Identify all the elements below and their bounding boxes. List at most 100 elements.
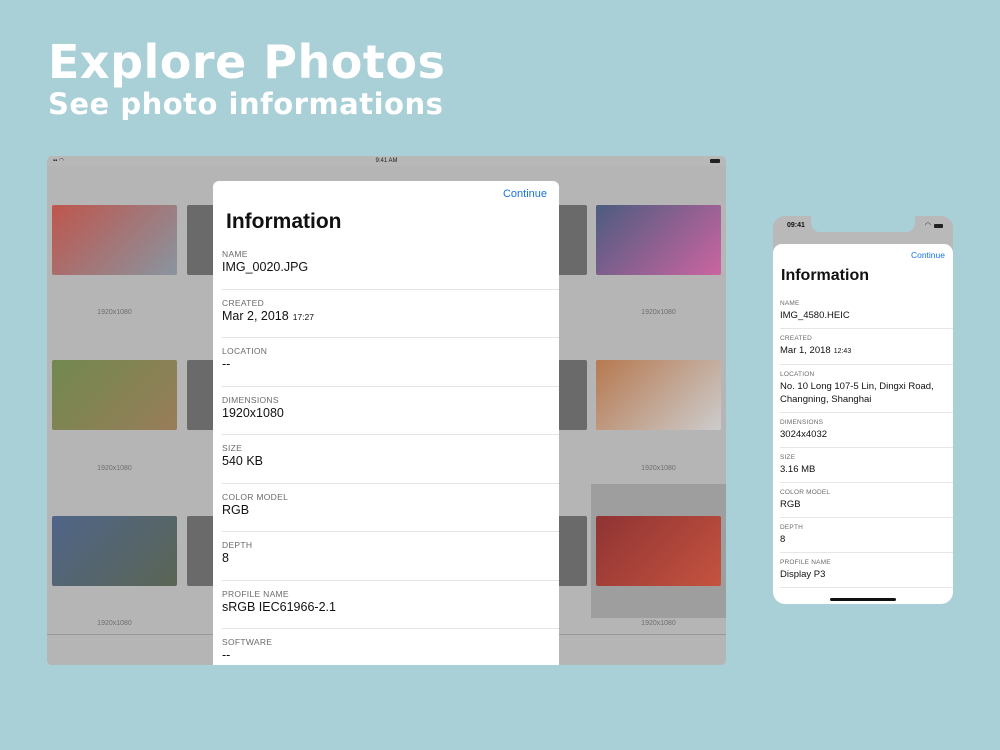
info-value: Mar 2, 2018 17:27 [222, 309, 314, 323]
photo-thumbnail[interactable] [596, 205, 721, 275]
battery-icon [934, 224, 943, 228]
ipad-status-time: 9:41 AM [375, 158, 398, 164]
info-value: Mar 1, 2018 12:43 [780, 344, 953, 358]
thumbnail-dimensions-label: 1920x1080 [641, 465, 676, 472]
photo-thumbnail[interactable] [52, 360, 177, 430]
info-value-text: IMG_0020.JPG [222, 260, 309, 274]
info-value: RGB [222, 503, 249, 517]
info-value-text: -- [222, 357, 231, 371]
info-row: COLOR MODEL RGB [780, 483, 953, 518]
thumbnail-dimensions-label: 1920x1080 [97, 465, 132, 472]
info-key: CREATED [780, 335, 812, 342]
info-value-text: Mar 2, 2018 [222, 308, 289, 323]
thumbnail-dimensions-label: 1920x1080 [97, 309, 132, 316]
info-value-text: 540 KB [222, 454, 264, 468]
info-row: LOCATION -- [222, 338, 559, 387]
info-value: No. 10 Long 107-5 Lin, Dingxi Road, Chan… [780, 380, 953, 406]
info-value-text: RGB [222, 502, 250, 517]
photo-thumbnail[interactable] [52, 516, 177, 586]
hero-title: Explore Photos [48, 35, 446, 89]
info-row: COLOR MODEL RGB [222, 484, 559, 532]
info-value: 8 [222, 551, 229, 565]
thumbnail-dimensions-label: 1920x1080 [641, 309, 676, 316]
ipad-info-sheet: Continue Information NAME IMG_0020.JPG CRE… [213, 181, 559, 665]
info-value-text: No. 10 Long 107-5 Lin, Dingxi Road, Chan… [780, 381, 934, 405]
thumbnail-dimensions-label: 1920x1080 [97, 620, 132, 627]
info-row: DIMENSIONS 1920x1080 [222, 387, 559, 435]
info-value-text: Display P3 [780, 569, 826, 580]
info-key: PROFILE NAME [222, 588, 289, 599]
info-value-text: RGB [780, 499, 801, 510]
info-key: COLOR MODEL [780, 489, 831, 496]
info-list: NAME IMG_4580.HEIC CREATED Mar 1, 2018 12:43… [773, 294, 953, 588]
info-value: 8 [780, 533, 953, 546]
info-value: 1920x1080 [222, 406, 284, 420]
info-value: RGB [780, 498, 953, 511]
continue-button[interactable]: Continue [503, 188, 547, 200]
info-value: 3024x4032 [780, 428, 953, 441]
home-indicator[interactable] [830, 598, 896, 601]
info-key: LOCATION [222, 346, 268, 356]
info-value-text: 1920x1080 [222, 405, 284, 420]
info-value: -- [222, 648, 230, 662]
info-value: 3.16 MB [780, 463, 953, 476]
info-value-text: IMG_4580.HEIC [780, 310, 850, 321]
info-value-text: 3024x4032 [780, 429, 828, 440]
info-key: PROFILE NAME [780, 559, 831, 566]
info-key: NAME [780, 300, 800, 307]
photo-thumbnail[interactable] [596, 360, 721, 430]
iphone-device: 09:41 ◠ Continue Information NAME IMG_458… [773, 216, 953, 604]
info-row: DEPTH 8 [222, 532, 559, 581]
info-list: NAME IMG_0020.JPG CREATED Mar 2, 2018 17:27 L… [213, 241, 559, 665]
info-key: SOFTWARE [222, 637, 273, 647]
info-key: CREATED [222, 297, 265, 308]
info-row: SIZE 540 KB [222, 435, 559, 484]
info-row: CREATED Mar 1, 2018 12:43 [780, 329, 953, 365]
info-key: LOCATION [780, 371, 815, 378]
info-key: DIMENSIONS [222, 394, 279, 405]
info-row: LOCATION No. 10 Long 107-5 Lin, Dingxi Ro… [780, 365, 953, 413]
info-value: Display P3 [780, 568, 953, 581]
info-key: SIZE [780, 454, 796, 461]
info-value: IMG_0020.JPG [222, 260, 308, 274]
info-row: PROFILE NAME Display P3 [780, 553, 953, 588]
info-time: 17:27 [292, 311, 314, 322]
info-value-text: 8 [780, 534, 786, 545]
info-key: DEPTH [222, 540, 253, 550]
info-row: NAME IMG_4580.HEIC [780, 294, 953, 329]
continue-button[interactable]: Continue [911, 250, 945, 260]
info-row: NAME IMG_0020.JPG [222, 241, 559, 290]
info-value: sRGB IEC61966-2.1 [222, 600, 336, 614]
info-value: IMG_4580.HEIC [780, 309, 953, 322]
ipad-status-bar: ▪▪ ◠ 9:41 AM [47, 156, 726, 166]
sheet-title: Information [781, 267, 869, 284]
info-value-text: 3.16 MB [780, 464, 816, 475]
info-row: CREATED Mar 2, 2018 17:27 [222, 290, 559, 338]
info-value-text: Mar 1, 2018 [780, 345, 831, 356]
info-row: SIZE 3.16 MB [780, 448, 953, 483]
battery-icon [710, 159, 720, 163]
info-key: DEPTH [780, 524, 804, 531]
info-value-text: sRGB IEC61966-2.1 [222, 599, 336, 614]
sheet-title: Information [226, 210, 342, 233]
iphone-info-sheet: Continue Information NAME IMG_4580.HEIC CR… [773, 244, 953, 604]
photo-thumbnail[interactable] [596, 516, 721, 586]
info-row: SOFTWARE -- [222, 629, 559, 665]
info-row: PROFILE NAME sRGB IEC61966-2.1 [222, 581, 559, 629]
info-key: DIMENSIONS [780, 419, 824, 426]
info-value: 540 KB [222, 454, 263, 468]
info-value-text: -- [222, 648, 231, 662]
photo-thumbnail[interactable] [52, 205, 177, 275]
info-value-text: 8 [222, 551, 229, 565]
info-row: DEPTH 8 [780, 518, 953, 553]
info-value: -- [222, 357, 230, 371]
hero-subtitle: See photo informations [48, 87, 444, 121]
phone-notch [811, 216, 915, 232]
info-time: 12:43 [833, 348, 852, 355]
info-row: DIMENSIONS 3024x4032 [780, 413, 953, 448]
iphone-status-time: 09:41 [787, 222, 805, 229]
info-key: COLOR MODEL [222, 491, 289, 502]
info-key: SIZE [222, 443, 243, 453]
signal-icon: ▪▪ ◠ [53, 158, 65, 164]
wifi-icon: ◠ [924, 222, 931, 229]
